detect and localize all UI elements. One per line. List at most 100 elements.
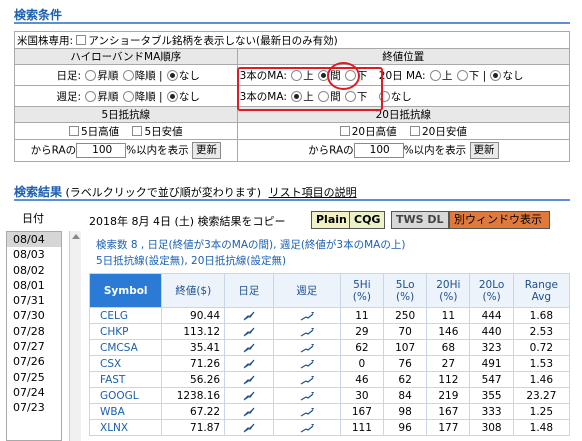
weekly-chart-icon[interactable] — [272, 371, 341, 388]
col-close[interactable]: 終値($) — [161, 273, 226, 308]
weekly-chart-icon[interactable] — [272, 339, 341, 356]
daily-down-radio[interactable] — [122, 69, 134, 81]
highlight-box — [237, 67, 383, 111]
daily-chart-icon[interactable] — [224, 371, 274, 388]
daily-chart-icon[interactable] — [224, 403, 274, 420]
weekly-none-radio[interactable] — [166, 90, 178, 102]
tws-download-button[interactable]: TWS DL — [391, 211, 449, 229]
table-row[interactable]: XLNX 71.87 111 96 177 308 1.48 — [88, 419, 571, 436]
symbol-cell[interactable]: CSX — [88, 355, 163, 372]
high5-checkbox[interactable] — [68, 125, 79, 136]
date-item[interactable]: 08/02 — [7, 263, 61, 278]
scroll-up-icon[interactable] — [72, 234, 80, 239]
col-symbol[interactable]: Symbol — [88, 273, 163, 308]
symbol-cell[interactable]: CMCSA — [88, 339, 163, 356]
daily-none-label: なし — [178, 69, 200, 82]
daily-chart-icon[interactable] — [224, 323, 274, 340]
date-item[interactable]: 07/28 — [7, 324, 61, 339]
date-item[interactable]: 07/31 — [7, 293, 61, 308]
ra20-input[interactable]: 100 — [353, 143, 404, 158]
table-row[interactable]: WBA 67.22 167 98 167 333 1.25 — [88, 403, 571, 420]
date-item[interactable]: 07/24 — [7, 385, 61, 400]
weekly-up-radio[interactable] — [85, 90, 97, 102]
results-title-row: 検索結果 (ラベルクリックで並び順が変わります) リスト項目の説明 — [14, 183, 357, 200]
daily-chart-icon[interactable] — [224, 339, 274, 356]
col-5hi[interactable]: 5Hi (%) — [339, 273, 385, 308]
plain-button[interactable]: Plain — [311, 211, 352, 229]
high20-checkbox[interactable] — [339, 125, 350, 136]
weekly-chart-icon[interactable] — [272, 355, 341, 372]
col-20hi-label: 20Hi — [436, 278, 461, 291]
daily-none-radio[interactable] — [166, 69, 178, 81]
daily-chart-icon[interactable] — [224, 307, 274, 324]
ra20-suffix: %以内を表示 — [403, 144, 467, 157]
date-item[interactable]: 07/23 — [7, 400, 61, 415]
date-item[interactable]: 08/04 — [7, 232, 61, 248]
weekly-down-radio[interactable] — [122, 90, 134, 102]
table-row[interactable]: CSX 71.26 0 76 27 491 1.53 — [88, 355, 571, 372]
table-row[interactable]: CHKP 113.12 29 70 146 440 2.53 — [88, 323, 571, 340]
symbol-cell[interactable]: XLNX — [88, 419, 163, 436]
col-daily[interactable]: 日足 — [224, 273, 274, 308]
hi5-cell: 29 — [339, 323, 385, 340]
close-cell: 56.26 — [161, 371, 226, 388]
hilo-band-header: ハイローバンドMA順序 — [14, 48, 238, 65]
update20-button[interactable]: 更新 — [469, 142, 499, 159]
new-window-button[interactable]: 別ウィンドウ表示 — [449, 211, 550, 229]
unshortable-checkbox[interactable] — [76, 34, 87, 45]
col-5lo-unit: (%) — [396, 290, 415, 303]
list-help-link[interactable]: リスト項目の説明 — [269, 186, 357, 199]
table-row[interactable]: CELG 90.44 11 250 11 444 1.68 — [88, 307, 571, 324]
range-avg-cell: 0.72 — [512, 339, 571, 356]
col-weekly[interactable]: 週足 — [272, 273, 341, 308]
date-item[interactable]: 07/26 — [7, 354, 61, 369]
weekly-chart-icon[interactable] — [272, 419, 341, 436]
col-5lo[interactable]: 5Lo (%) — [382, 273, 428, 308]
col-range-avg[interactable]: Range Avg — [512, 273, 571, 308]
daily-ma20-below-radio[interactable] — [456, 69, 468, 81]
weekly-chart-icon[interactable] — [272, 323, 341, 340]
date-item[interactable]: 08/03 — [7, 247, 61, 262]
lo20-cell: 444 — [469, 307, 514, 324]
weekly-chart-icon[interactable] — [272, 403, 341, 420]
symbol-cell[interactable]: WBA — [88, 403, 163, 420]
results-table: Symbol 終値($) 日足 週足 5Hi (%) 5Lo (%) 20Hi (%)… — [88, 273, 571, 436]
title-underline — [14, 199, 570, 201]
symbol-cell[interactable]: FAST — [88, 371, 163, 388]
ra20-prefix: からRAの — [308, 144, 354, 157]
summary-line-2: 5日抵抗線(設定無), 20日抵抗線(設定無) — [96, 255, 287, 267]
daily-ma20-above-radio[interactable] — [429, 69, 441, 81]
date-item[interactable]: 07/27 — [7, 339, 61, 354]
cqg-button[interactable]: CQG — [349, 211, 386, 229]
daily-up-radio[interactable] — [85, 69, 97, 81]
date-list[interactable]: 08/04 08/03 08/02 08/01 07/31 07/30 07/28 07/27… — [6, 231, 62, 441]
table-row[interactable]: FAST 56.26 46 62 112 547 1.46 — [88, 371, 571, 388]
lo5-cell: 107 — [382, 339, 428, 356]
ra5-input[interactable]: 100 — [76, 143, 127, 158]
daily-chart-icon[interactable] — [224, 387, 274, 404]
weekly-chart-icon[interactable] — [272, 387, 341, 404]
col-20lo[interactable]: 20Lo (%) — [469, 273, 514, 308]
daily-ma20-none-radio[interactable] — [490, 69, 502, 81]
daily-chart-icon[interactable] — [224, 419, 274, 436]
date-item[interactable]: 07/30 — [7, 308, 61, 323]
table-row[interactable]: CMCSA 35.41 62 107 68 323 0.72 — [88, 339, 571, 356]
symbol-cell[interactable]: GOOGL — [88, 387, 163, 404]
low20-checkbox[interactable] — [409, 125, 420, 136]
col-5lo-label: 5Lo — [395, 278, 415, 291]
band20-checks: 20日高値 20日安値 — [236, 122, 571, 140]
date-item[interactable]: 07/25 — [7, 370, 61, 385]
weekly-chart-icon[interactable] — [272, 307, 341, 324]
col-5hi-unit: (%) — [352, 290, 371, 303]
low5-label: 5日安値 — [144, 125, 183, 138]
symbol-cell[interactable]: CELG — [88, 307, 163, 324]
symbol-cell[interactable]: CHKP — [88, 323, 163, 340]
update5-button[interactable]: 更新 — [192, 142, 221, 159]
date-list-scrollbar[interactable] — [69, 231, 81, 441]
low5-checkbox[interactable] — [132, 125, 143, 136]
lo5-cell: 70 — [382, 323, 428, 340]
daily-chart-icon[interactable] — [224, 355, 274, 372]
date-item[interactable]: 08/01 — [7, 278, 61, 293]
col-20hi[interactable]: 20Hi (%) — [426, 273, 471, 308]
table-row[interactable]: GOOGL 1238.16 30 84 219 355 23.27 — [88, 387, 571, 404]
